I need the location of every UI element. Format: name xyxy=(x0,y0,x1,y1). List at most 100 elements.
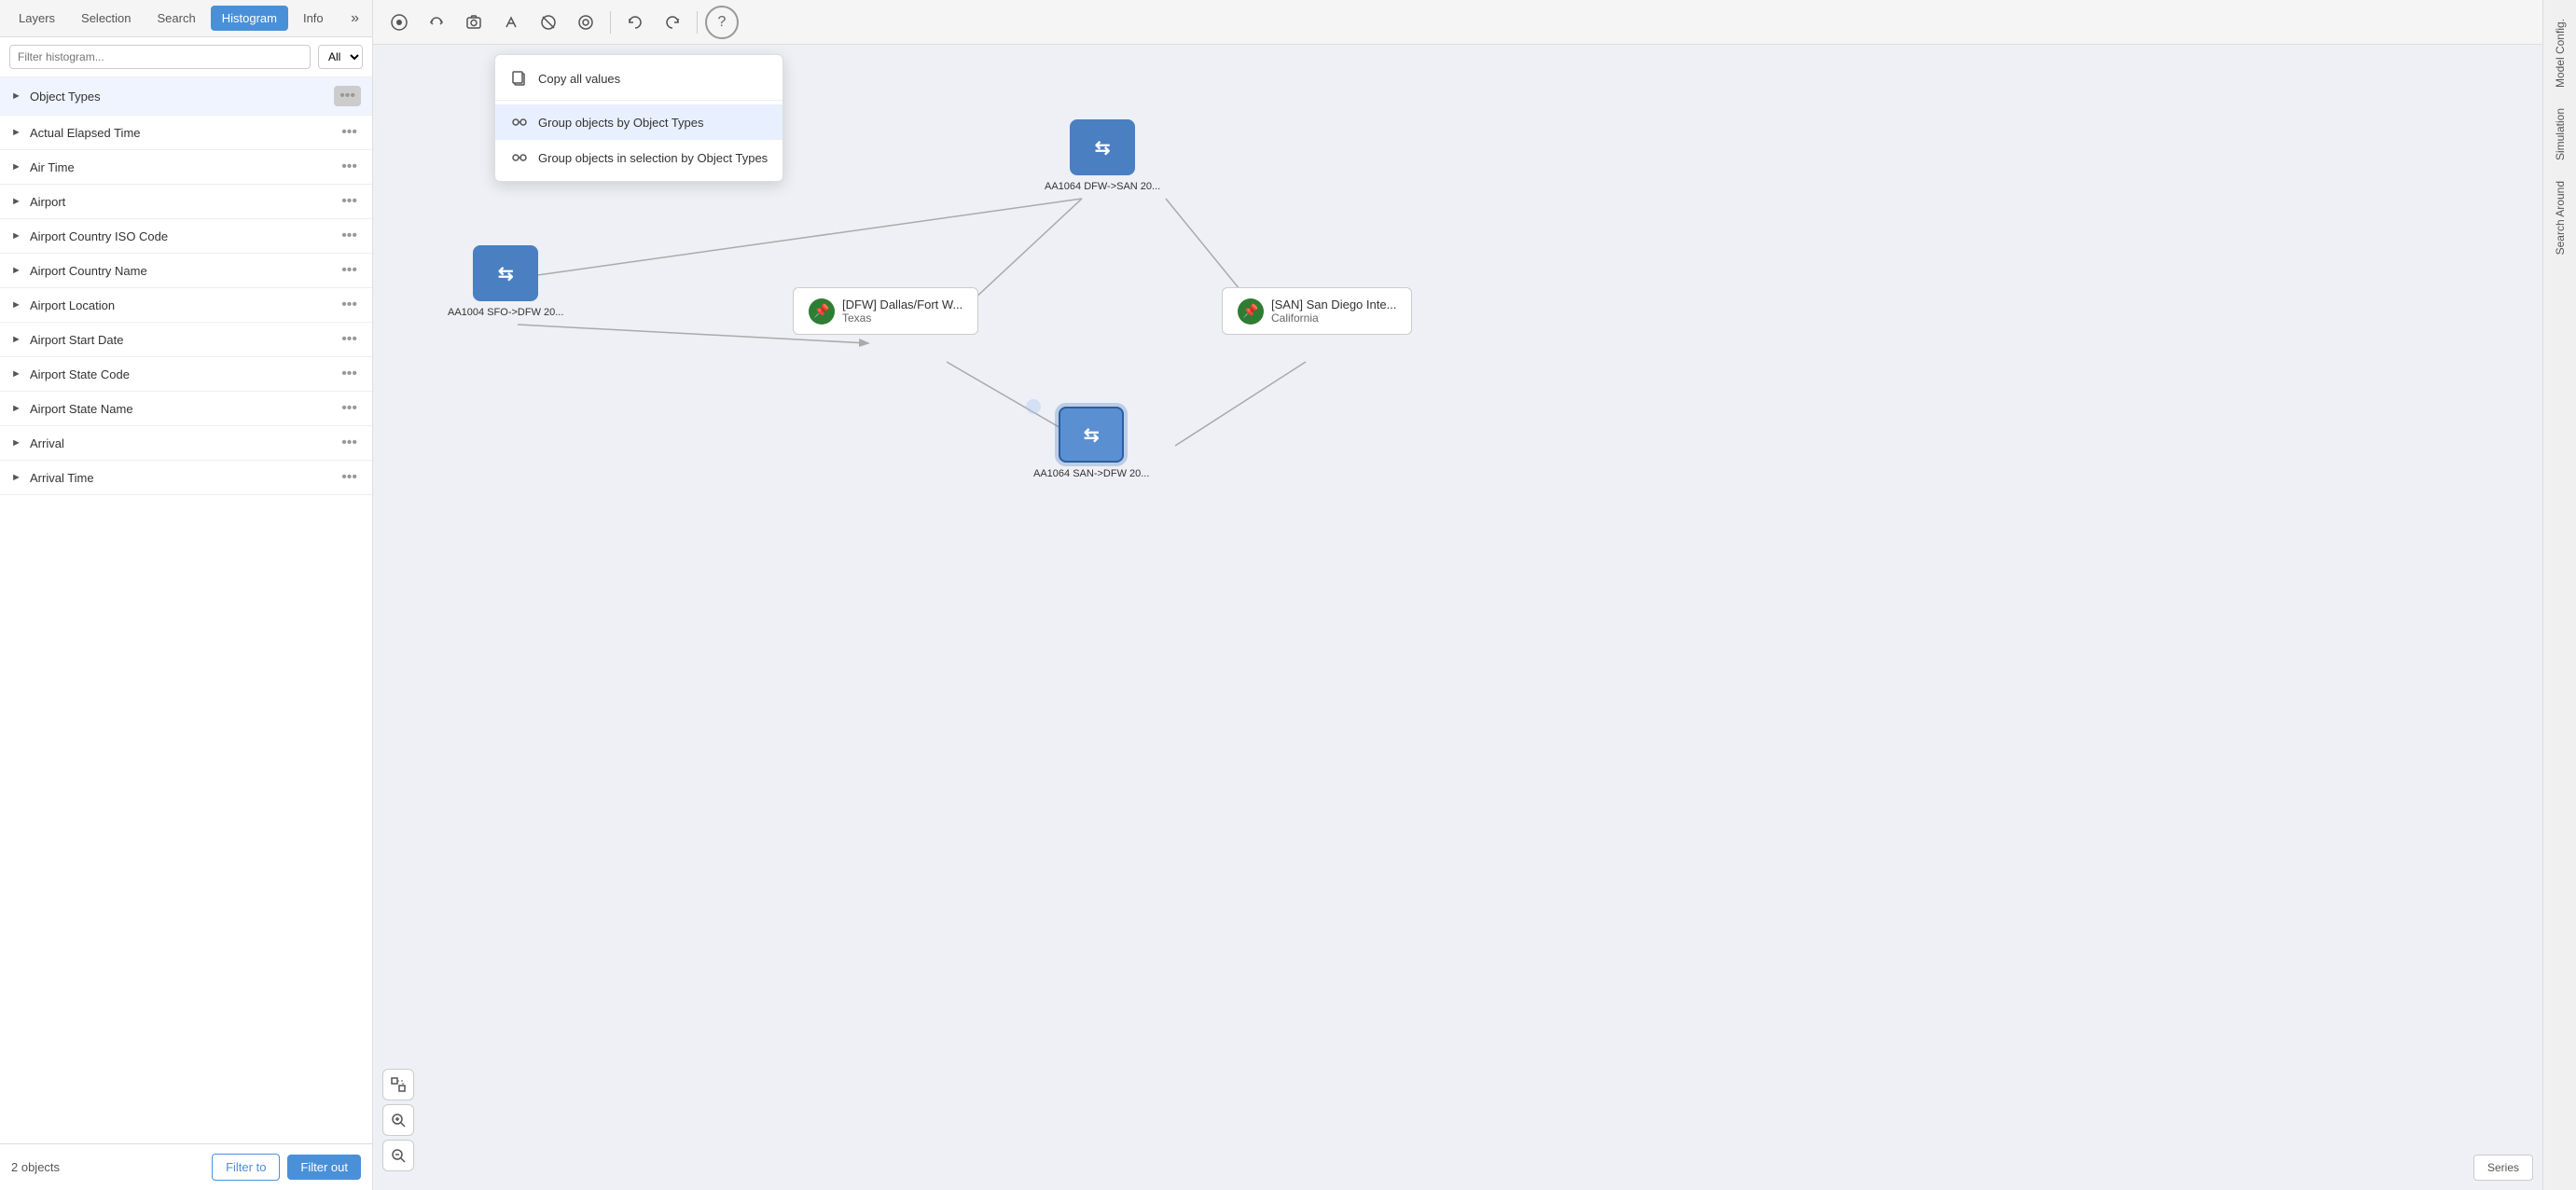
help-button[interactable]: ? xyxy=(705,6,739,39)
airport-node-dfw[interactable]: 📌 [DFW] Dallas/Fort W... Texas xyxy=(793,287,978,335)
more-button-arrival-time[interactable]: ••• xyxy=(338,469,361,486)
redo-button[interactable] xyxy=(656,7,689,38)
expand-arrow-airport-start-date: ► xyxy=(11,334,22,345)
flight-label-2: AA1064 DFW->SAN 20... xyxy=(1045,181,1160,192)
flight-box-1[interactable]: ⇆ xyxy=(473,245,538,301)
block-tool-button[interactable] xyxy=(532,7,565,38)
filter-select[interactable]: All xyxy=(318,45,363,69)
flight-icon-2: ⇆ xyxy=(1095,136,1111,159)
item-label-airport-country-iso: Airport Country ISO Code xyxy=(30,229,338,243)
histogram-item-actual-elapsed-time[interactable]: ► Actual Elapsed Time ••• xyxy=(0,116,372,150)
tab-histogram[interactable]: Histogram xyxy=(211,6,288,31)
histogram-item-arrival-time[interactable]: ► Arrival Time ••• xyxy=(0,461,372,495)
fit-zoom-button[interactable] xyxy=(382,1069,414,1100)
context-group-label: Group objects by Object Types xyxy=(538,116,704,130)
expand-arrow-air-time: ► xyxy=(11,161,22,173)
more-button-object-types[interactable]: ••• xyxy=(334,86,361,106)
camera-tool-button[interactable] xyxy=(457,7,491,38)
zoom-out-button[interactable] xyxy=(382,1140,414,1171)
histogram-item-airport-location[interactable]: ► Airport Location ••• xyxy=(0,288,372,323)
item-label-air-time: Air Time xyxy=(30,160,338,174)
histogram-item-airport-state-name[interactable]: ► Airport State Name ••• xyxy=(0,392,372,426)
left-panel: Layers Selection Search Histogram Info »… xyxy=(0,0,373,1190)
flight-box-3[interactable]: ⇆ xyxy=(1059,407,1124,463)
toolbar: ? xyxy=(373,0,2542,45)
item-label-arrival-time: Arrival Time xyxy=(30,471,338,485)
link-tool-button[interactable] xyxy=(420,7,453,38)
pointer-tool-button[interactable] xyxy=(382,7,416,38)
airport-pin-san: 📌 xyxy=(1238,298,1264,325)
expand-arrow-airport-country-iso: ► xyxy=(11,230,22,242)
expand-arrow-actual-elapsed-time: ► xyxy=(11,127,22,138)
histogram-item-airport-state-code[interactable]: ► Airport State Code ••• xyxy=(0,357,372,392)
more-button-airport[interactable]: ••• xyxy=(338,193,361,210)
airport-node-san[interactable]: 📌 [SAN] San Diego Inte... California xyxy=(1222,287,1412,335)
filter-input[interactable] xyxy=(9,45,311,69)
histogram-item-airport-country-name[interactable]: ► Airport Country Name ••• xyxy=(0,254,372,288)
histogram-item-airport-start-date[interactable]: ► Airport Start Date ••• xyxy=(0,323,372,357)
copy-icon xyxy=(510,69,529,88)
expand-arrow-airport-state-code: ► xyxy=(11,368,22,380)
zoom-controls xyxy=(382,1069,414,1171)
tab-selection[interactable]: Selection xyxy=(70,6,142,31)
sidebar-tab-search-around[interactable]: Search Around xyxy=(2548,172,2572,264)
airport-name-san: [SAN] San Diego Inte... xyxy=(1271,298,1396,311)
airport-state-san: California xyxy=(1271,311,1396,325)
histogram-item-object-types[interactable]: ► Object Types ••• xyxy=(0,77,372,116)
group-icon xyxy=(510,113,529,131)
flight-label-3: AA1064 SAN->DFW 20... xyxy=(1033,468,1149,479)
filter-to-button[interactable]: Filter to xyxy=(212,1154,280,1181)
objects-count: 2 objects xyxy=(11,1160,60,1174)
branch-tool-button[interactable] xyxy=(494,7,528,38)
more-button-air-time[interactable]: ••• xyxy=(338,159,361,175)
flight-icon-3: ⇆ xyxy=(1084,423,1100,447)
bottom-bar: 2 objects Filter to Filter out xyxy=(0,1143,372,1190)
collapse-button[interactable]: » xyxy=(345,7,365,31)
airport-box-san[interactable]: 📌 [SAN] San Diego Inte... California xyxy=(1222,287,1412,335)
flight-label-1: AA1004 SFO->DFW 20... xyxy=(448,307,563,318)
more-button-airport-state-code[interactable]: ••• xyxy=(338,366,361,382)
context-menu-group-selection[interactable]: Group objects in selection by Object Typ… xyxy=(495,140,782,175)
item-label-airport-state-code: Airport State Code xyxy=(30,367,338,381)
histogram-item-airport[interactable]: ► Airport ••• xyxy=(0,185,372,219)
undo-button[interactable] xyxy=(618,7,652,38)
canvas-area[interactable]: ⇆ AA1004 SFO->DFW 20... ⇆ AA1064 DFW->SA… xyxy=(373,45,2542,1190)
expand-arrow-arrival: ► xyxy=(11,437,22,449)
histogram-item-air-time[interactable]: ► Air Time ••• xyxy=(0,150,372,185)
more-button-airport-state-name[interactable]: ••• xyxy=(338,400,361,417)
more-button-actual-elapsed-time[interactable]: ••• xyxy=(338,124,361,141)
tab-info[interactable]: Info xyxy=(292,6,335,31)
histogram-item-arrival[interactable]: ► Arrival ••• xyxy=(0,426,372,461)
filter-out-button[interactable]: Filter out xyxy=(287,1155,361,1180)
zoom-in-button[interactable] xyxy=(382,1104,414,1136)
sidebar-tab-model-config[interactable]: Model Config. xyxy=(2548,9,2572,97)
toolbar-separator-1 xyxy=(610,11,611,34)
item-label-object-types: Object Types xyxy=(30,90,334,104)
chain-tool-button[interactable] xyxy=(569,7,602,38)
item-label-airport-location: Airport Location xyxy=(30,298,338,312)
more-button-airport-country-iso[interactable]: ••• xyxy=(338,228,361,244)
more-button-airport-start-date[interactable]: ••• xyxy=(338,331,361,348)
item-label-airport-start-date: Airport Start Date xyxy=(30,333,338,347)
flight-icon-1: ⇆ xyxy=(498,262,514,285)
more-button-airport-country-name[interactable]: ••• xyxy=(338,262,361,279)
sidebar-tab-simulation[interactable]: Simulation xyxy=(2548,99,2572,170)
expand-arrow-airport: ► xyxy=(11,196,22,207)
item-label-actual-elapsed-time: Actual Elapsed Time xyxy=(30,126,338,140)
histogram-item-airport-country-iso[interactable]: ► Airport Country ISO Code ••• xyxy=(0,219,372,254)
expand-arrow-object-types: ► xyxy=(11,90,22,102)
tab-layers[interactable]: Layers xyxy=(7,6,66,31)
context-menu-group-objects[interactable]: Group objects by Object Types xyxy=(495,104,782,140)
toolbar-separator-2 xyxy=(697,11,698,34)
item-label-airport-country-name: Airport Country Name xyxy=(30,264,338,278)
more-button-arrival[interactable]: ••• xyxy=(338,435,361,451)
airport-box-dfw[interactable]: 📌 [DFW] Dallas/Fort W... Texas xyxy=(793,287,978,335)
airport-state-dfw: Texas xyxy=(842,311,963,325)
context-copy-label: Copy all values xyxy=(538,72,620,86)
tab-search[interactable]: Search xyxy=(146,6,207,31)
flight-box-2[interactable]: ⇆ xyxy=(1070,119,1135,175)
more-button-airport-location[interactable]: ••• xyxy=(338,297,361,313)
flight-node-3[interactable]: ⇆ AA1064 SAN->DFW 20... xyxy=(1026,399,1041,414)
context-menu-copy-all[interactable]: Copy all values xyxy=(495,61,782,96)
series-button[interactable]: Series xyxy=(2473,1155,2533,1181)
